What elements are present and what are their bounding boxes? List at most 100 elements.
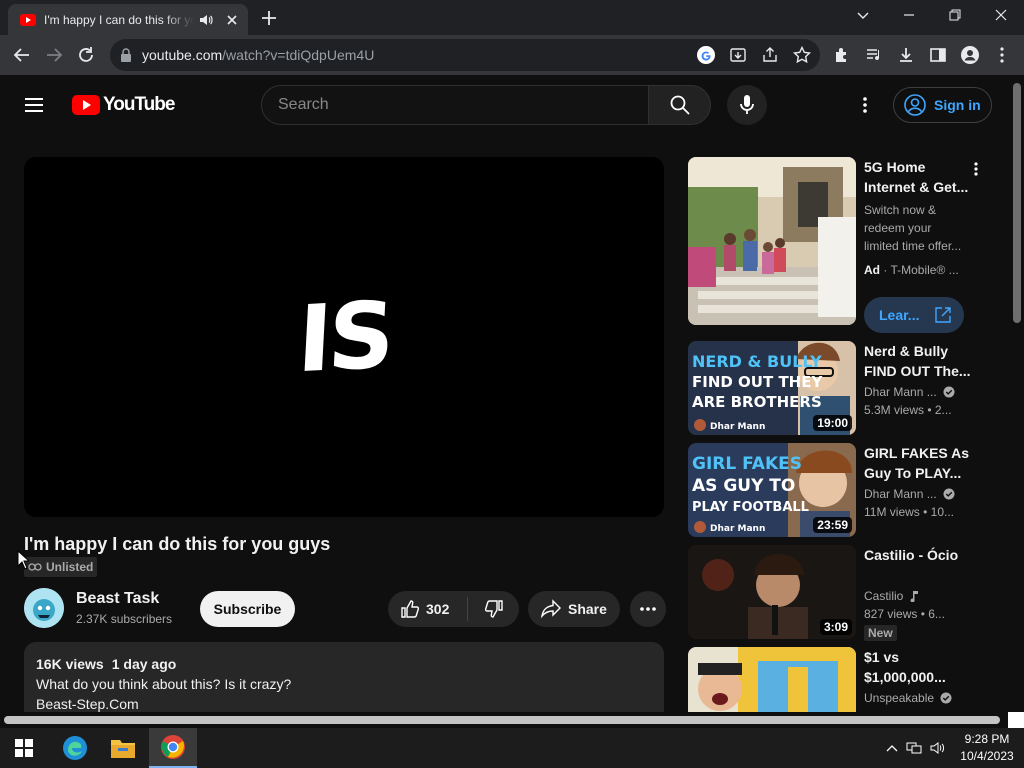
share-arrow-icon <box>540 599 561 619</box>
downloads-icon[interactable] <box>894 43 918 67</box>
tab-audio-icon[interactable] <box>198 12 214 28</box>
like-button[interactable]: 302 <box>388 591 466 627</box>
related-video-title[interactable]: Nerd & Bully FIND OUT The... <box>864 341 974 381</box>
volume-icon[interactable] <box>930 741 946 755</box>
video-player[interactable]: IS <box>24 157 664 517</box>
side-panel-icon[interactable] <box>926 43 950 67</box>
network-icon[interactable] <box>906 741 922 755</box>
link-icon <box>28 563 42 571</box>
search-input[interactable] <box>262 86 648 124</box>
extensions-icon[interactable] <box>830 43 854 67</box>
restore-icon[interactable] <box>932 0 978 30</box>
browser-toolbar: youtube.com/watch?v=tdiQdpUem4U <box>0 35 1024 75</box>
share-button[interactable]: Share <box>528 591 620 627</box>
ad-button-label: Lear... <box>879 307 920 323</box>
ad-thumbnail[interactable] <box>688 157 856 325</box>
mouse-cursor-icon <box>17 550 29 570</box>
voice-search-button[interactable] <box>727 85 767 125</box>
search-icon <box>670 95 690 115</box>
description-line: What do you think about this? Is it craz… <box>36 676 292 692</box>
description-link[interactable]: Beast-Step.Com <box>36 694 652 714</box>
sign-in-button[interactable]: Sign in <box>893 87 992 123</box>
channel-label: Castilio <box>864 589 904 603</box>
related-video-title[interactable]: Castilio - Ócio <box>864 545 974 565</box>
description-box[interactable]: 16K views 1 day ago What do you think abo… <box>24 642 664 722</box>
google-icon[interactable] <box>696 45 716 65</box>
chrome-taskbar-icon[interactable] <box>149 728 197 768</box>
search-button[interactable] <box>648 85 711 125</box>
thumb-line2: AS GUY TO <box>692 476 795 496</box>
external-link-icon <box>935 307 951 323</box>
dislike-button[interactable] <box>468 591 519 627</box>
tray-overflow-icon[interactable] <box>886 743 898 753</box>
taskbar-clock[interactable]: 9:28 PM 10/4/2023 <box>955 731 1019 765</box>
vertical-scrollbar[interactable] <box>1010 75 1024 712</box>
profile-icon[interactable] <box>958 43 982 67</box>
youtube-wordmark: YouTube <box>103 94 175 115</box>
thumbs-up-icon <box>401 600 420 618</box>
video-thumbnail[interactable]: 3:09 <box>688 545 856 639</box>
new-tab-icon[interactable] <box>258 7 280 29</box>
ad-title[interactable]: 5G Home Internet & Get... <box>864 157 974 197</box>
verified-check-icon <box>943 386 955 398</box>
horizontal-scrollbar[interactable] <box>0 712 1024 728</box>
forward-icon[interactable] <box>42 43 66 67</box>
verified-check-icon <box>943 488 955 500</box>
windows-start-icon[interactable] <box>0 728 48 768</box>
lock-icon[interactable] <box>120 48 132 62</box>
tab-close-icon[interactable] <box>224 12 240 28</box>
subscribe-button[interactable]: Subscribe <box>200 591 295 627</box>
edge-icon[interactable] <box>51 728 99 768</box>
window-close-icon[interactable] <box>978 0 1024 30</box>
tab-search-icon[interactable] <box>840 0 886 30</box>
thumb-tag: Dhar Mann <box>710 524 765 534</box>
channel-avatar[interactable] <box>24 588 64 628</box>
youtube-logo[interactable]: YouTube <box>72 94 175 116</box>
related-video-channel[interactable]: Dhar Mann ... <box>864 385 955 399</box>
browser-tab[interactable]: I'm happy I can do this for you guys <box>8 4 248 35</box>
tab-title: I'm happy I can do this for you guys <box>44 12 194 27</box>
channel-label: Dhar Mann ... <box>864 385 937 399</box>
minimize-icon[interactable] <box>886 0 932 30</box>
ad-more-icon[interactable] <box>968 161 984 177</box>
video-thumbnail[interactable]: GIRL FAKES AS GUY TO PLAY FOOTBALL Dhar … <box>688 443 856 537</box>
reload-icon[interactable] <box>74 43 98 67</box>
youtube-masthead: YouTube Sign in <box>0 75 1010 135</box>
related-video[interactable]: NERD & BULLY FIND OUT THEY ARE BROTHERS … <box>688 341 998 435</box>
horizontal-scroll-thumb[interactable] <box>4 716 1000 724</box>
install-app-icon[interactable] <box>728 45 748 65</box>
related-video[interactable]: 3:09 Castilio - Ócio Castilio 827 views … <box>688 545 998 641</box>
file-explorer-icon[interactable] <box>99 728 147 768</box>
vertical-scroll-thumb[interactable] <box>1013 83 1021 323</box>
verified-check-icon <box>940 692 952 704</box>
like-dislike-group: 302 <box>388 591 519 627</box>
thumb-line1: NERD & BULLY <box>692 352 822 371</box>
channel-name[interactable]: Beast Task <box>76 590 159 608</box>
related-video-stats: 11M views • 10... <box>864 505 955 519</box>
address-bar[interactable]: youtube.com/watch?v=tdiQdpUem4U <box>110 39 820 71</box>
related-video-title[interactable]: $1 vs $1,000,000... <box>864 647 974 687</box>
sign-in-label: Sign in <box>934 97 981 113</box>
url-text[interactable]: youtube.com/watch?v=tdiQdpUem4U <box>142 47 374 63</box>
search-box[interactable] <box>261 85 649 125</box>
related-video-channel[interactable]: Castilio <box>864 589 919 603</box>
related-video-title[interactable]: GIRL FAKES As Guy To PLAY... <box>864 443 974 483</box>
ad-learn-more-button[interactable]: Lear... <box>864 297 964 333</box>
ad-card[interactable]: 5G Home Internet & Get... Switch now & r… <box>688 157 998 333</box>
related-video-channel[interactable]: Dhar Mann ... <box>864 487 955 501</box>
video-thumbnail[interactable]: NERD & BULLY FIND OUT THEY ARE BROTHERS … <box>688 341 856 435</box>
media-control-icon[interactable] <box>862 43 886 67</box>
menu-icon[interactable] <box>24 95 48 115</box>
related-video-channel[interactable]: Unspeakable <box>864 691 952 705</box>
related-video[interactable]: GIRL FAKES AS GUY TO PLAY FOOTBALL Dhar … <box>688 443 998 537</box>
chrome-menu-icon[interactable] <box>990 43 1014 67</box>
music-note-icon <box>910 591 919 602</box>
scrollbar-corner <box>1008 712 1024 728</box>
bookmark-star-icon[interactable] <box>792 45 812 65</box>
ellipsis-icon <box>640 607 656 611</box>
settings-more-icon[interactable] <box>853 93 877 117</box>
video-duration: 19:00 <box>813 415 852 431</box>
share-page-icon[interactable] <box>760 45 780 65</box>
back-icon[interactable] <box>10 43 34 67</box>
more-actions-button[interactable] <box>630 591 666 627</box>
